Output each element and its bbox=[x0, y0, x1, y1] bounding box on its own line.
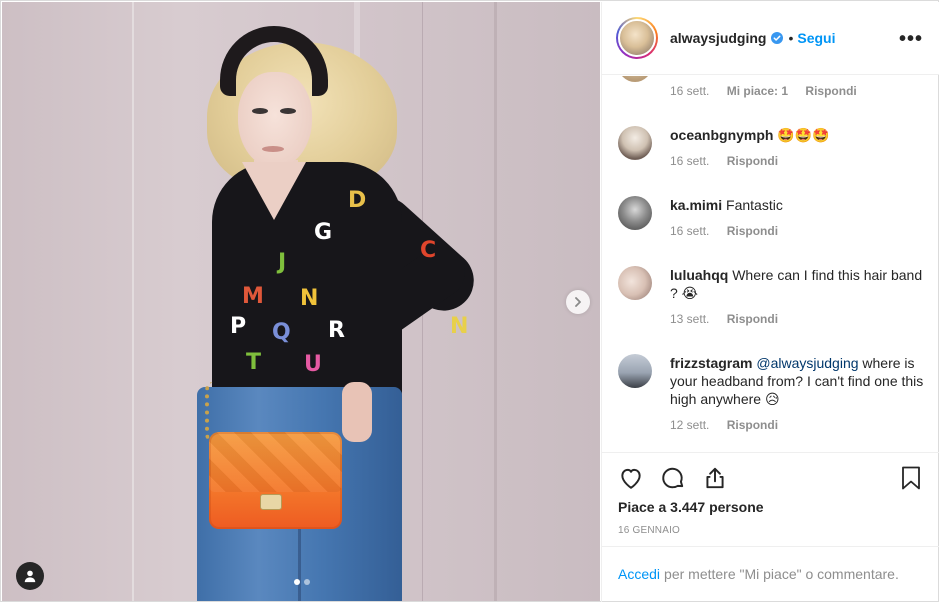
user-tag-button[interactable] bbox=[16, 562, 44, 590]
commenter-avatar[interactable] bbox=[618, 266, 652, 300]
wall-panel bbox=[132, 2, 134, 601]
carousel-indicator bbox=[294, 579, 310, 585]
chevron-right-icon bbox=[575, 297, 581, 307]
login-prompt: Accedi per mettere "Mi piace" o commenta… bbox=[602, 546, 939, 601]
commenter-avatar[interactable] bbox=[618, 196, 652, 230]
heart-icon[interactable] bbox=[618, 465, 644, 491]
sweater-letter: U bbox=[304, 352, 322, 377]
sweater-letter: N bbox=[300, 286, 319, 311]
comment-username[interactable]: ka.mimi bbox=[670, 197, 722, 213]
next-slide-button[interactable] bbox=[566, 290, 590, 314]
header-separator: • bbox=[788, 30, 794, 46]
comment-body: luluahqq Where can I find this hair band… bbox=[670, 266, 928, 302]
carousel-dot bbox=[304, 579, 310, 585]
comment-body: ka.mimi Fantastic bbox=[670, 196, 928, 214]
comment-mention[interactable]: @alwaysjudging bbox=[756, 355, 858, 371]
comment-likes[interactable]: Mi piace: 1 bbox=[727, 84, 788, 98]
commenter-avatar[interactable] bbox=[618, 76, 652, 82]
carousel-dot-active bbox=[294, 579, 300, 585]
comment-username[interactable]: luluahqq bbox=[670, 267, 728, 283]
author-avatar[interactable] bbox=[616, 17, 658, 59]
sweater-letter: G bbox=[314, 220, 333, 245]
post-photo[interactable]: D G C J M N P Q R T U N bbox=[2, 2, 600, 601]
wall-panel bbox=[494, 2, 497, 601]
reply-button[interactable]: Rispondi bbox=[727, 154, 778, 168]
sweater-letter: C bbox=[420, 238, 437, 263]
sweater-letter: N bbox=[450, 314, 469, 339]
action-icons bbox=[618, 465, 728, 491]
bag-quilting bbox=[209, 432, 342, 492]
model-eye bbox=[280, 108, 296, 114]
post-header: alwaysjudging • Segui ••• bbox=[602, 2, 939, 75]
comment-time: 16 sett. bbox=[670, 84, 710, 98]
login-prompt-text: per mettere "Mi piace" o commentare. bbox=[664, 566, 899, 582]
comment-time: 16 sett. bbox=[670, 154, 710, 168]
sweater-letter: Q bbox=[272, 320, 291, 345]
comment-body: oceanbgnymph 🤩🤩🤩 bbox=[670, 126, 928, 144]
comment-text: 🤩🤩🤩 bbox=[777, 127, 830, 143]
share-icon[interactable] bbox=[702, 465, 728, 491]
likes-count[interactable]: Piace a 3.447 persone bbox=[618, 499, 764, 515]
post-date: 16 GENNAIO bbox=[618, 525, 681, 536]
comment-text: Fantastic bbox=[726, 197, 783, 213]
reply-button[interactable]: Rispondi bbox=[727, 418, 778, 432]
reply-button[interactable]: Rispondi bbox=[805, 84, 856, 98]
comment-meta: 16 sett. Rispondi bbox=[670, 224, 792, 238]
commenter-avatar[interactable] bbox=[618, 354, 652, 388]
sweater-letter: J bbox=[278, 250, 287, 275]
comment-time: 13 sett. bbox=[670, 312, 710, 326]
author-username[interactable]: alwaysjudging bbox=[670, 30, 766, 46]
comment-meta: 16 sett. Mi piace: 1 Rispondi bbox=[670, 84, 871, 98]
verified-badge-icon bbox=[771, 32, 784, 44]
comment-meta: 13 sett. Rispondi bbox=[670, 312, 792, 326]
user-tag-icon bbox=[24, 570, 36, 583]
reply-button[interactable]: Rispondi bbox=[727, 224, 778, 238]
comment-time: 12 sett. bbox=[670, 418, 710, 432]
login-link[interactable]: Accedi bbox=[618, 566, 660, 582]
comment-body: frizzstagram @alwaysjudging where is you… bbox=[670, 354, 928, 408]
model-headband bbox=[220, 26, 328, 96]
sweater-letter: D bbox=[348, 188, 367, 213]
model-lips bbox=[262, 146, 284, 152]
more-options-icon[interactable]: ••• bbox=[899, 28, 923, 51]
bag-clasp bbox=[260, 494, 282, 510]
follow-button[interactable]: Segui bbox=[797, 30, 835, 46]
comment-username[interactable]: oceanbgnymph bbox=[670, 127, 773, 143]
sweater-neckline bbox=[242, 162, 306, 220]
post-actions: Piace a 3.447 persone 16 GENNAIO bbox=[602, 452, 939, 547]
comment-username[interactable]: frizzstagram bbox=[670, 355, 752, 371]
commenter-avatar[interactable] bbox=[618, 126, 652, 160]
model-eye bbox=[252, 108, 268, 114]
post-side-panel: alwaysjudging • Segui ••• 16 sett. Mi pi… bbox=[601, 2, 939, 602]
sweater-letter: T bbox=[246, 350, 262, 375]
comment-time: 16 sett. bbox=[670, 224, 710, 238]
bookmark-icon[interactable] bbox=[899, 465, 923, 491]
model-hand bbox=[342, 382, 372, 442]
post-frame: D G C J M N P Q R T U N alwaysjudging • … bbox=[0, 0, 939, 602]
reply-button[interactable]: Rispondi bbox=[727, 312, 778, 326]
sweater-letter: R bbox=[328, 318, 345, 343]
comment-meta: 16 sett. Rispondi bbox=[670, 154, 792, 168]
author-avatar-image bbox=[618, 19, 656, 57]
sweater-letter: P bbox=[230, 314, 247, 339]
comment-meta: 12 sett. Rispondi bbox=[670, 418, 792, 432]
sweater-letter: M bbox=[242, 284, 264, 309]
comments-list[interactable]: 16 sett. Mi piace: 1 Rispondi oceanbgnym… bbox=[602, 76, 939, 452]
comment-bubble-icon[interactable] bbox=[660, 465, 686, 491]
